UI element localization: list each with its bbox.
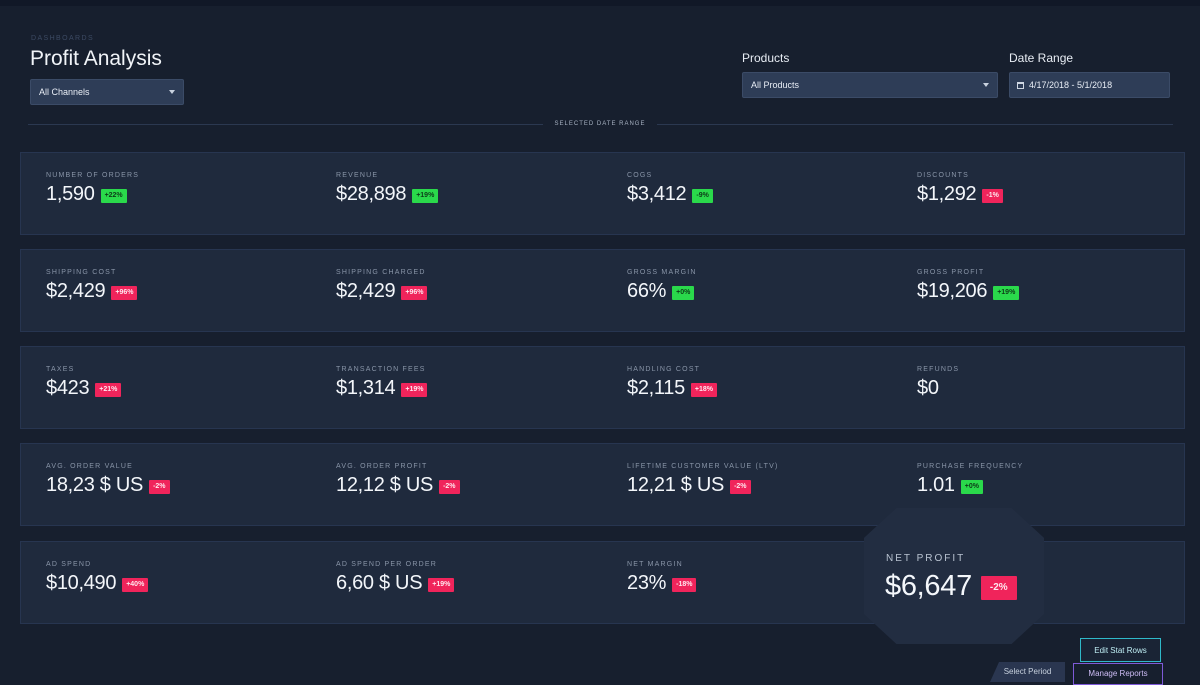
stat-label: SHIPPING CHARGED <box>336 269 426 276</box>
stat-value: 1.01 <box>917 474 955 496</box>
stat-value: $2,429 <box>336 280 396 302</box>
stat-value: $0 <box>917 377 939 399</box>
channel-select-value: All Channels <box>39 87 90 97</box>
stat-label: NET MARGIN <box>627 561 683 568</box>
selected-date-range-label: SELECTED DATE RANGE <box>0 121 1200 127</box>
manage-reports-button[interactable]: Manage Reports <box>1073 663 1163 685</box>
stat-label: TAXES <box>46 366 75 373</box>
stat-value: $28,898 <box>336 183 407 205</box>
stat-value: $1,292 <box>917 183 977 205</box>
change-badge: -2% <box>149 479 170 494</box>
change-badge: +21% <box>95 382 122 397</box>
stat-value: $19,206 <box>917 280 988 302</box>
stat-value: $423 <box>46 377 90 399</box>
stat-label: AVG. ORDER PROFIT <box>336 463 428 470</box>
change-badge: +19% <box>993 285 1020 300</box>
change-badge: -2% <box>730 479 751 494</box>
stat-label: HANDLING COST <box>627 366 701 373</box>
net-profit-change-badge: -2% <box>980 575 1017 600</box>
stat-value: 12,12 $ US <box>336 474 434 496</box>
stat-value: $3,412 <box>627 183 687 205</box>
net-profit-value-group: $6,647 -2% <box>885 570 1017 603</box>
products-select-value: All Products <box>751 80 800 90</box>
stat-row: TAXES $423 +21% TRANSACTION FEES $1,314 … <box>20 346 1185 429</box>
stat-value: $2,115 <box>627 377 685 399</box>
stat-label: SHIPPING COST <box>46 269 117 276</box>
stat-label: AVG. ORDER VALUE <box>46 463 134 470</box>
edit-stat-rows-button[interactable]: Edit Stat Rows <box>1080 638 1161 662</box>
change-badge: +22% <box>100 188 127 203</box>
stat-value: 6,60 $ US <box>336 572 423 594</box>
stat-row: SHIPPING COST $2,429 +96% SHIPPING CHARG… <box>20 249 1185 332</box>
change-badge: +96% <box>111 285 138 300</box>
stat-row: NUMBER OF ORDERS 1,590 +22% REVENUE $28,… <box>20 152 1185 235</box>
stat-label: AD SPEND <box>46 561 92 568</box>
change-badge: +0% <box>960 479 983 494</box>
date-range-label: Date Range <box>1009 51 1074 65</box>
stat-value: 23% <box>627 572 667 594</box>
breadcrumb: DASHBOARDS <box>31 35 95 42</box>
stat-label: PURCHASE FREQUENCY <box>917 463 1024 470</box>
stat-label: GROSS MARGIN <box>627 269 697 276</box>
stat-label: NUMBER OF ORDERS <box>46 172 140 179</box>
change-badge: +96% <box>401 285 428 300</box>
select-period-tab[interactable]: Select Period <box>990 662 1065 682</box>
change-badge: +19% <box>412 188 439 203</box>
net-profit-value: $6,647 <box>885 570 972 602</box>
stat-label: DISCOUNTS <box>917 172 970 179</box>
page-header: DASHBOARDS Profit Analysis All Channels … <box>0 0 1200 140</box>
stat-value: $2,429 <box>46 280 106 302</box>
date-range-value: 4/17/2018 - 5/1/2018 <box>1029 80 1113 90</box>
stat-value: 12,21 $ US <box>627 474 725 496</box>
calendar-icon <box>1017 81 1024 89</box>
stat-label: LIFETIME CUSTOMER VALUE (LTV) <box>627 463 779 470</box>
change-badge: +19% <box>401 382 428 397</box>
stat-label: REVENUE <box>336 172 379 179</box>
stat-value: $1,314 <box>336 377 396 399</box>
channel-select[interactable]: All Channels <box>30 79 184 105</box>
net-profit-label: NET PROFIT <box>886 553 966 564</box>
change-badge: +0% <box>672 285 695 300</box>
chevron-down-icon <box>169 90 175 94</box>
page-title: Profit Analysis <box>30 47 162 70</box>
stat-value: 18,23 $ US <box>46 474 144 496</box>
change-badge: +40% <box>122 577 149 592</box>
products-select[interactable]: All Products <box>742 72 998 98</box>
products-label: Products <box>742 51 790 65</box>
chevron-down-icon <box>983 83 989 87</box>
change-badge: -18% <box>672 577 697 592</box>
change-badge: -1% <box>982 188 1003 203</box>
change-badge: -2% <box>439 479 460 494</box>
stat-label: REFUNDS <box>917 366 960 373</box>
date-range-picker[interactable]: 4/17/2018 - 5/1/2018 <box>1009 72 1170 98</box>
stat-label: COGS <box>627 172 653 179</box>
change-badge: +19% <box>428 577 455 592</box>
stat-label: AD SPEND PER ORDER <box>336 561 437 568</box>
stat-value: $10,490 <box>46 572 117 594</box>
change-badge: -9% <box>692 188 713 203</box>
change-badge: +18% <box>690 382 717 397</box>
stat-value: 1,590 <box>46 183 95 205</box>
stat-label: GROSS PROFIT <box>917 269 985 276</box>
stat-label: TRANSACTION FEES <box>336 366 426 373</box>
stat-value: 66% <box>627 280 667 302</box>
